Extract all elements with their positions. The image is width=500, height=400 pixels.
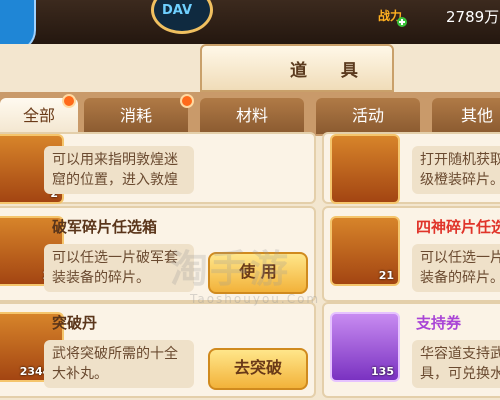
power-value: 2789万 xyxy=(446,8,500,26)
item-card[interactable]: 135 支持券 华容道支持武具，可兑换水 xyxy=(322,302,500,398)
game-emblem: DAV xyxy=(151,0,213,34)
tab-all-label: 全部 xyxy=(22,106,55,125)
item-desc: 可以用来指明敦煌迷窟的位置，进入敦煌 xyxy=(44,146,194,194)
watermark-sub: Taoshouyou.Com xyxy=(190,292,321,306)
item-count: 135 xyxy=(371,365,394,378)
item-desc: 武将突破所需的十全大补丸。 xyxy=(44,340,194,388)
tab-others-label: 其他 xyxy=(460,106,493,125)
item-name: 突破丹 xyxy=(52,314,98,332)
watermark: 淘手游 xyxy=(170,247,291,291)
item-count: 21 xyxy=(378,269,394,282)
item-card[interactable]: 2 可以用来指明敦煌迷窟的位置，进入敦煌 xyxy=(0,132,316,204)
tab-all-badge xyxy=(62,94,76,108)
item-card[interactable]: 23440 突破丹 武将突破所需的十全大补丸。 去突破 xyxy=(0,302,316,398)
tab-events-label: 活动 xyxy=(351,106,384,125)
item-card[interactable]: 打开随机获取级橙装碎片。 xyxy=(322,132,500,204)
item-desc: 华容道支持武具，可兑换水 xyxy=(412,340,500,388)
top-bar: DAV 战力 2789万 xyxy=(0,0,500,52)
panel-title: 道 具 xyxy=(290,61,372,81)
power-icon: 战力 xyxy=(378,4,408,28)
item-desc: 可以任选一片装备的碎片。 xyxy=(412,244,500,292)
item-desc: 打开随机获取级橙装碎片。 xyxy=(412,146,500,194)
item-icon: 135 xyxy=(330,312,400,382)
item-name: 破军碎片任选箱 xyxy=(52,218,158,236)
tab-consumables-label: 消耗 xyxy=(119,106,152,125)
item-name: 支持券 xyxy=(416,314,462,332)
item-icon xyxy=(330,134,400,204)
tab-consumables[interactable]: 消耗 xyxy=(84,98,188,134)
tab-materials-label: 材料 xyxy=(235,106,268,125)
tab-others[interactable]: 其他 xyxy=(432,98,500,134)
panel-title-plate: 道 具 xyxy=(200,44,394,92)
tab-materials[interactable]: 材料 xyxy=(200,98,304,134)
tab-events[interactable]: 活动 xyxy=(316,98,420,134)
item-icon: 21 xyxy=(330,216,400,286)
emblem-text: DAV xyxy=(162,3,193,18)
breakthrough-button[interactable]: 去突破 xyxy=(208,348,308,390)
item-name: 四神碎片任选 xyxy=(416,218,500,236)
tab-consumables-badge xyxy=(180,94,194,108)
item-card[interactable]: 21 四神碎片任选 可以任选一片装备的碎片。 xyxy=(322,206,500,302)
